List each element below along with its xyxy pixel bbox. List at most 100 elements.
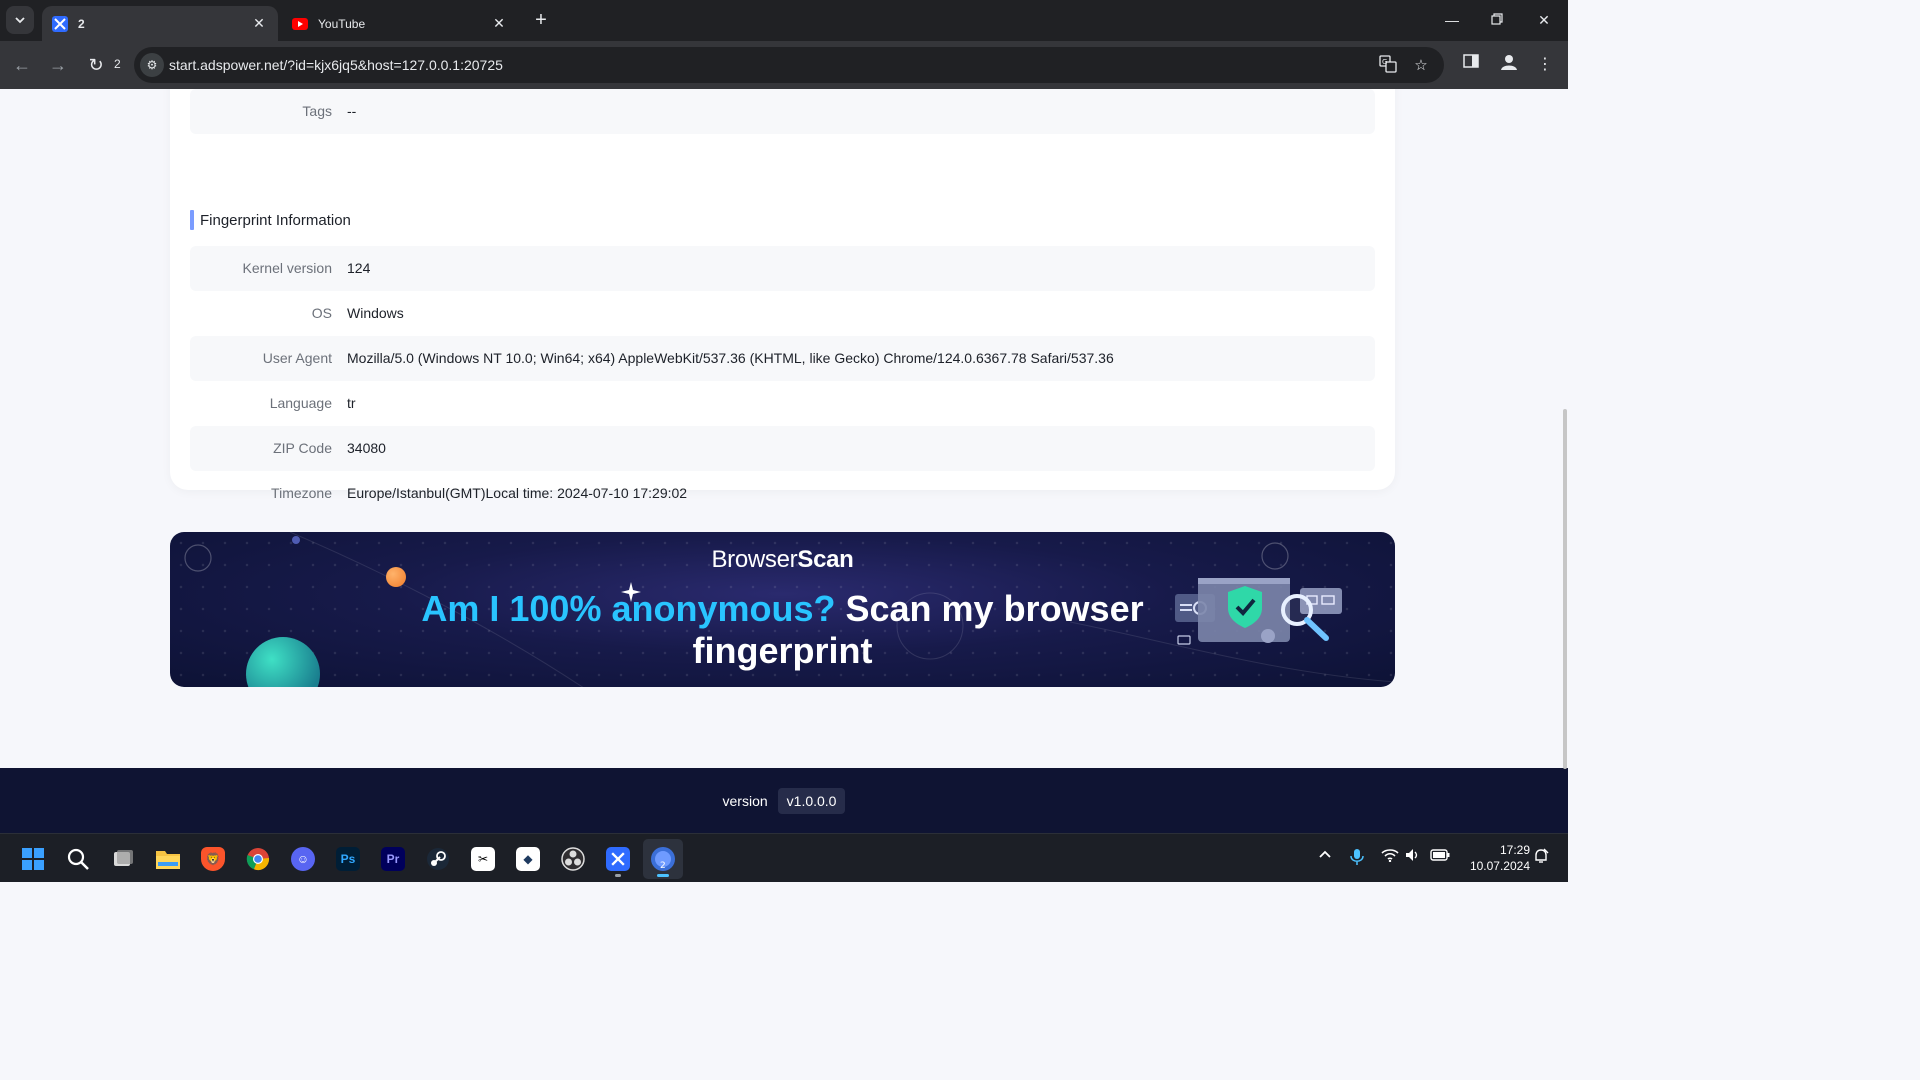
info-row-zip-code: ZIP Code 34080 bbox=[190, 426, 1375, 471]
search-icon bbox=[67, 848, 89, 870]
battery-icon[interactable] bbox=[1429, 848, 1451, 864]
taskbar-capcut[interactable]: ✂ bbox=[463, 839, 503, 879]
row-value: 34080 bbox=[347, 440, 386, 456]
taskbar-steam[interactable] bbox=[418, 839, 458, 879]
tab-search-button[interactable] bbox=[6, 6, 34, 34]
wifi-icon[interactable] bbox=[1379, 848, 1401, 865]
row-label: Language bbox=[269, 395, 332, 411]
adspower-icon bbox=[52, 15, 68, 32]
forward-button[interactable]: → bbox=[46, 53, 70, 77]
back-button[interactable]: ← bbox=[10, 53, 34, 77]
restore-button[interactable] bbox=[1485, 8, 1509, 32]
clock-date: 10.07.2024 bbox=[1469, 859, 1530, 873]
taskbar-brave[interactable]: 🦁 bbox=[193, 839, 233, 879]
discord-icon: ☺ bbox=[291, 847, 315, 871]
shield-scan-illustration bbox=[1175, 578, 1342, 645]
file-explorer-icon bbox=[156, 851, 180, 869]
running-indicator bbox=[657, 874, 669, 877]
photoshop-icon: Ps bbox=[336, 847, 360, 871]
taskbar-chrome[interactable] bbox=[238, 839, 278, 879]
start-button[interactable] bbox=[13, 839, 53, 879]
close-icon[interactable]: ✕ bbox=[250, 15, 268, 32]
page-content: Tags -- Fingerprint Information Kernel v… bbox=[0, 89, 1568, 833]
row-value: -- bbox=[347, 103, 357, 119]
new-tab-button[interactable]: + bbox=[530, 9, 552, 31]
row-label: Tags bbox=[302, 103, 332, 119]
translate-icon[interactable]: G bbox=[1377, 55, 1399, 77]
minimize-button[interactable]: — bbox=[1440, 8, 1464, 32]
reload-count: 2 bbox=[114, 57, 121, 71]
tab-adspower[interactable]: 2 ✕ bbox=[42, 6, 278, 41]
clock-time: 17:29 bbox=[1499, 843, 1530, 857]
side-panel-icon[interactable] bbox=[1459, 53, 1483, 77]
url-text[interactable]: start.adspower.net/?id=kjx6jq5&host=127.… bbox=[169, 57, 503, 73]
info-row-language: Language tr bbox=[190, 381, 1375, 426]
row-value: tr bbox=[347, 395, 356, 411]
taskbar-adspower-browser[interactable]: 2 bbox=[643, 839, 683, 879]
premiere-icon: Pr bbox=[381, 847, 405, 871]
show-hidden-icons-button[interactable] bbox=[1314, 848, 1336, 865]
start-icon bbox=[22, 848, 44, 870]
logo-text-bold: Scan bbox=[797, 546, 854, 573]
site-info-icon[interactable]: ⚙ bbox=[140, 53, 164, 77]
bookmark-star-icon[interactable]: ☆ bbox=[1410, 55, 1432, 77]
page-footer: version v1.0.0.0 bbox=[0, 768, 1568, 833]
info-row-tags: Tags -- bbox=[190, 89, 1375, 134]
volume-icon[interactable] bbox=[1402, 848, 1424, 865]
row-value: Mozilla/5.0 (Windows NT 10.0; Win64; x64… bbox=[347, 350, 1114, 366]
headline-accent: Am I 100% anonymous? bbox=[421, 588, 836, 629]
svg-text:G: G bbox=[1382, 58, 1387, 66]
scrollbar-thumb[interactable] bbox=[1563, 409, 1567, 769]
close-icon[interactable]: ✕ bbox=[490, 15, 508, 32]
notification-icon[interactable] bbox=[1530, 848, 1552, 867]
tab-strip: 2 ✕ YouTube ✕ + — ✕ bbox=[0, 0, 1568, 41]
steam-icon bbox=[427, 848, 449, 870]
taskbar-adspower[interactable] bbox=[598, 839, 638, 879]
chrome-icon bbox=[246, 848, 270, 871]
chevron-up-icon bbox=[1319, 850, 1331, 858]
page-scrollbar[interactable] bbox=[1562, 89, 1568, 769]
banner-headline: Am I 100% anonymous? Scan my browser fin… bbox=[370, 588, 1195, 672]
row-label: Timezone bbox=[271, 485, 332, 501]
brave-icon: 🦁 bbox=[201, 847, 225, 871]
svg-text:2: 2 bbox=[660, 861, 666, 871]
tab-title: YouTube bbox=[318, 16, 366, 31]
reload-button[interactable]: ↻ bbox=[84, 53, 108, 77]
tab-youtube[interactable]: YouTube ✕ bbox=[282, 6, 518, 41]
version-label: version bbox=[722, 792, 768, 809]
capcut-icon: ✂ bbox=[471, 847, 495, 871]
chevron-down-icon bbox=[15, 17, 25, 24]
info-row-kernel-version: Kernel version 124 bbox=[190, 246, 1375, 291]
taskbar-premiere[interactable]: Pr bbox=[373, 839, 413, 879]
windows-taskbar: 🦁 ☺ Ps Pr ✂ ◆ 2 17:29 10.07.2024 bbox=[0, 833, 1568, 882]
address-bar[interactable]: ⚙ start.adspower.net/?id=kjx6jq5&host=12… bbox=[134, 47, 1444, 83]
row-label: OS bbox=[311, 305, 332, 321]
version-badge: v1.0.0.0 bbox=[777, 787, 846, 814]
microphone-icon[interactable] bbox=[1346, 848, 1368, 869]
browserscan-logo: BrowserScan bbox=[170, 546, 1395, 574]
row-label: Kernel version bbox=[242, 260, 333, 276]
taskbar-app[interactable]: ◆ bbox=[508, 839, 548, 879]
adspower-icon bbox=[606, 847, 630, 871]
section-title-text: Fingerprint Information bbox=[200, 211, 351, 229]
taskbar-search[interactable] bbox=[58, 839, 98, 879]
profile-info-card: Tags -- Fingerprint Information Kernel v… bbox=[170, 89, 1395, 501]
system-clock[interactable]: 17:29 10.07.2024 bbox=[1458, 842, 1530, 874]
window-close-button[interactable]: ✕ bbox=[1532, 8, 1556, 32]
youtube-icon bbox=[292, 17, 308, 30]
more-menu-icon[interactable]: ⋮ bbox=[1533, 53, 1557, 77]
tab-title: 2 bbox=[78, 16, 85, 31]
adspower-browser-icon: 2 bbox=[651, 847, 675, 871]
taskbar-discord[interactable]: ☺ bbox=[283, 839, 323, 879]
info-row-timezone: Timezone Europe/Istanbul(GMT)Local time:… bbox=[190, 471, 1375, 516]
task-view-button[interactable] bbox=[103, 839, 143, 879]
browserscan-banner[interactable]: BrowserScan Am I 100% anonymous? Scan my… bbox=[170, 532, 1395, 687]
section-title: Fingerprint Information bbox=[190, 209, 351, 231]
taskbar-photoshop[interactable]: Ps bbox=[328, 839, 368, 879]
row-value: Windows bbox=[347, 305, 404, 321]
row-value: Europe/Istanbul(GMT)Local time: 2024-07-… bbox=[347, 485, 688, 501]
restore-icon bbox=[1491, 13, 1503, 25]
taskbar-file-explorer[interactable] bbox=[148, 839, 188, 879]
profile-icon[interactable] bbox=[1497, 53, 1521, 77]
taskbar-obs[interactable] bbox=[553, 839, 593, 879]
